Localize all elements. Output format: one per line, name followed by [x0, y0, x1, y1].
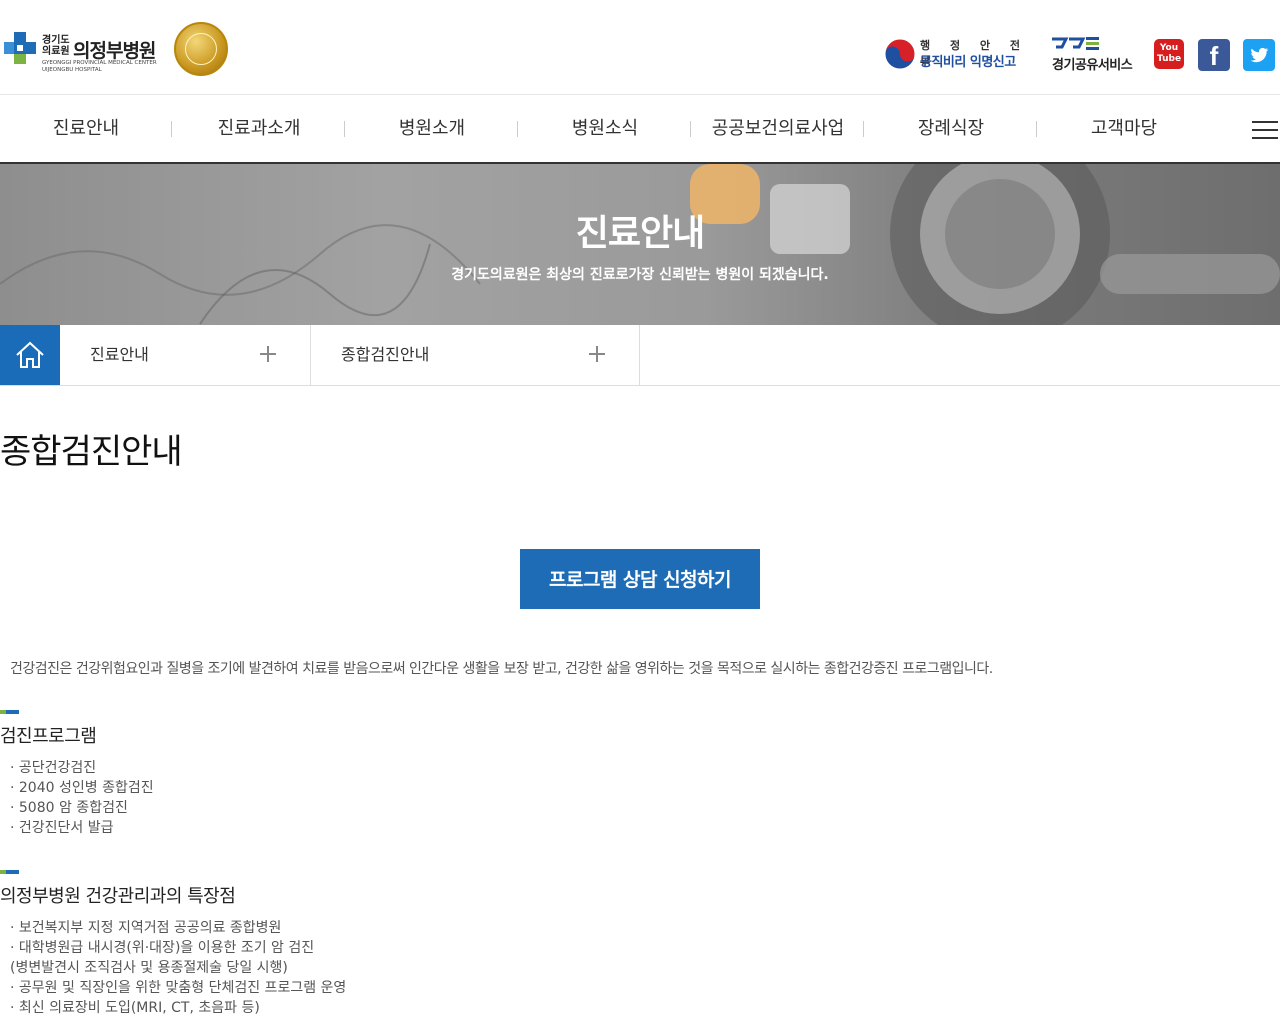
- site-header: 경기도 의료원 의정부병원 GYEONGGI PROVINCIAL MEDICA…: [0, 0, 1280, 95]
- share-service-label: 경기공유서비스: [1052, 58, 1133, 73]
- gnb-item-departments[interactable]: 진료과소개: [173, 95, 345, 162]
- gnb-item-news[interactable]: 병원소식: [519, 95, 691, 162]
- section-title-programs: 검진프로그램: [0, 726, 97, 747]
- list-item: · 보건복지부 지정 지역거점 공공의료 종합병원: [10, 920, 282, 936]
- sub-visual-banner: 진료안내 경기도의료원은 최상의 진료로가장 신뢰받는 병원이 되겠습니다.: [0, 164, 1280, 325]
- facebook-icon[interactable]: f: [1198, 39, 1230, 71]
- breadcrumb-depth1-label: 진료안내: [90, 345, 149, 364]
- page-title: 종합검진안내: [0, 432, 183, 472]
- gnb-item-customer[interactable]: 고객마당: [1038, 95, 1210, 162]
- gnb-item-funeral-hall[interactable]: 장례식장: [865, 95, 1037, 162]
- list-item: · 공무원 및 직장인을 위한 맞춤형 단체검진 프로그램 운영: [10, 980, 347, 996]
- breadcrumb-depth1-dropdown[interactable]: 진료안내: [60, 325, 311, 385]
- banner-title: 진료안내: [575, 213, 705, 254]
- gnb-item-about-hospital[interactable]: 병원소개: [346, 95, 518, 162]
- youtube-label-bottom: Tube: [1156, 54, 1182, 64]
- list-item: (병변발견시 조직검사 및 용종절제술 당일 시행): [10, 960, 288, 976]
- share-service-logo-icon: [1052, 37, 1099, 50]
- section-title-features: 의정부병원 건강관리과의 특장점: [0, 886, 236, 907]
- youtube-icon[interactable]: You Tube: [1154, 39, 1184, 69]
- twitter-icon[interactable]: [1243, 39, 1275, 71]
- gnb-item-public-health[interactable]: 공공보건의료사업: [692, 95, 864, 162]
- logo-hospital-name: 의정부병원: [73, 40, 156, 62]
- list-item: · 2040 성인병 종합검진: [10, 780, 154, 796]
- breadcrumb-depth2-dropdown[interactable]: 종합검진안내: [311, 325, 640, 385]
- taegeuk-icon: [884, 38, 916, 70]
- list-item: · 대학병원급 내시경(위·대장)을 이용한 조기 암 검진: [10, 940, 315, 956]
- youtube-label-top: You: [1159, 43, 1179, 53]
- list-item: · 5080 암 종합검진: [10, 800, 128, 816]
- hamburger-menu-icon[interactable]: [1252, 121, 1278, 139]
- home-button[interactable]: [0, 325, 60, 385]
- section-marker: [0, 710, 19, 714]
- breadcrumb: 진료안내 종합검진안내: [0, 325, 1280, 386]
- list-item: · 최신 의료장비 도입(MRI, CT, 초음파 등): [10, 1000, 260, 1016]
- facebook-glyph: f: [1209, 41, 1219, 71]
- logo-org-small: 경기도 의료원: [42, 35, 70, 57]
- gnb-item-medical-guide[interactable]: 진료안내: [0, 95, 172, 162]
- certification-seal-icon: [174, 22, 228, 76]
- banner-subtitle: 경기도의료원은 최상의 진료로가장 신뢰받는 병원이 되겠습니다.: [451, 267, 829, 283]
- list-item: · 공단건강검진: [10, 760, 97, 776]
- program-list: · 공단건강검진 · 2040 성인병 종합검진 · 5080 암 종합검진 ·…: [10, 758, 154, 838]
- logo-english-name: GYEONGGI PROVINCIAL MEDICAL CENTER UIJEO…: [42, 60, 157, 73]
- program-consult-button[interactable]: 프로그램 상담 신청하기: [520, 549, 760, 609]
- home-icon: [16, 341, 44, 368]
- medical-cross-icon: [4, 32, 36, 64]
- twitter-bird-icon: [1250, 47, 1269, 63]
- section-marker: [0, 870, 19, 874]
- plus-icon: [260, 346, 276, 362]
- share-service-link[interactable]: 경기공유서비스: [1052, 36, 1148, 76]
- main-navigation: 진료안내 진료과소개 병원소개 병원소식 공공보건의료사업 장례식장 고객마당: [0, 95, 1280, 164]
- plus-icon: [589, 346, 605, 362]
- list-item: · 건강진단서 발급: [10, 820, 114, 836]
- breadcrumb-depth2-label: 종합검진안내: [341, 345, 430, 364]
- anonymous-report-link[interactable]: 행 정 안 전 부 공직비리 익명신고: [884, 34, 1034, 74]
- intro-text: 건강검진은 건강위험요인과 질병을 조기에 발견하여 치료를 받음으로써 인간다…: [10, 661, 993, 677]
- feature-list: · 보건복지부 지정 지역거점 공공의료 종합병원 · 대학병원급 내시경(위·…: [10, 918, 346, 1018]
- hospital-logo[interactable]: 경기도 의료원 의정부병원 GYEONGGI PROVINCIAL MEDICA…: [2, 18, 230, 80]
- report-label: 공직비리 익명신고: [920, 55, 1016, 70]
